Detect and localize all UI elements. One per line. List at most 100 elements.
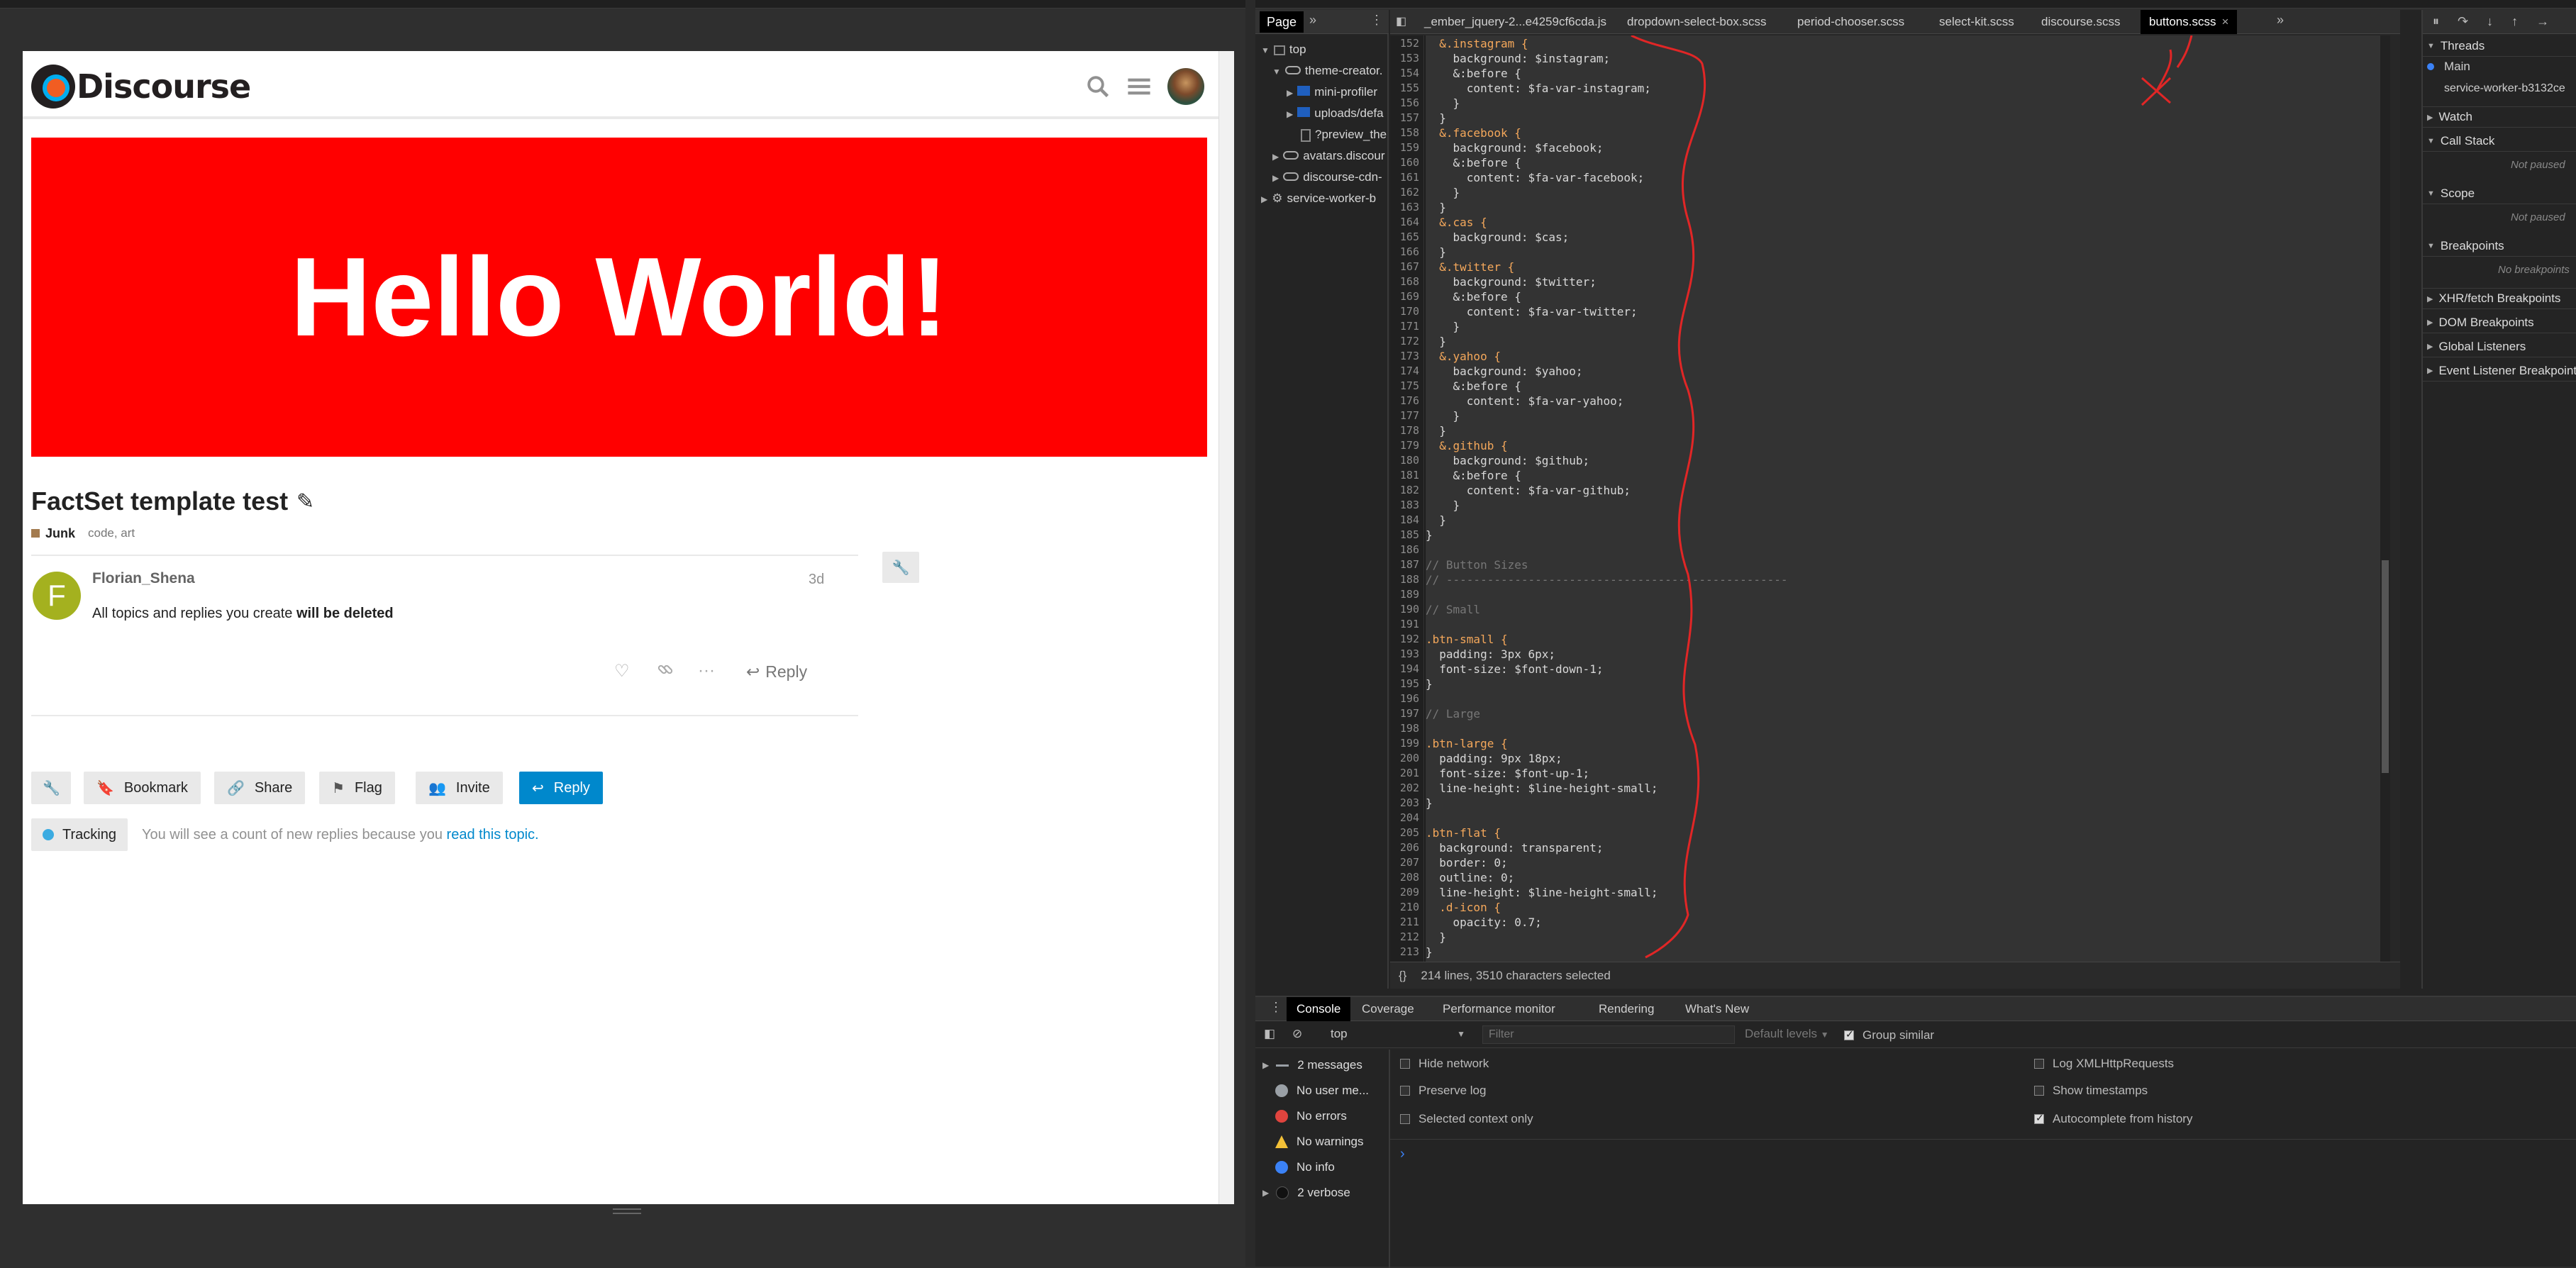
invite-button[interactable]: 👥 Invite bbox=[416, 772, 503, 804]
footer-reply-button[interactable]: ↩ Reply bbox=[519, 772, 603, 804]
checkbox[interactable] bbox=[2034, 1059, 2044, 1069]
selected-context-checkbox[interactable]: Selected context only bbox=[1400, 1112, 1533, 1126]
tab-console[interactable]: Console bbox=[1287, 997, 1351, 1021]
event-listener-breakpoints-header[interactable]: ▶ Event Listener Breakpoints bbox=[2423, 360, 2576, 382]
scope-section-header[interactable]: ▼ Scope bbox=[2423, 183, 2576, 204]
tree-item-avatars[interactable]: ▶ avatars.discour bbox=[1272, 149, 1385, 163]
editor-scrollbar[interactable] bbox=[2380, 35, 2390, 962]
hamburger-menu-icon[interactable] bbox=[1123, 71, 1155, 102]
search-icon[interactable] bbox=[1082, 71, 1114, 102]
global-listeners-header[interactable]: ▶ Global Listeners bbox=[2423, 336, 2576, 357]
checkbox[interactable] bbox=[1400, 1086, 1410, 1096]
page-scrollbar[interactable] bbox=[1218, 51, 1234, 1204]
thread-main[interactable]: Main bbox=[2427, 60, 2470, 74]
step-out-icon[interactable]: ↑ bbox=[2511, 14, 2518, 29]
preserve-log-checkbox[interactable]: Preserve log bbox=[1400, 1084, 1486, 1098]
more-ellipsis-icon[interactable]: ··· bbox=[698, 661, 715, 681]
admin-wrench-button[interactable]: 🔧 bbox=[31, 772, 71, 804]
console-sidebar-info[interactable]: No info bbox=[1255, 1160, 1389, 1174]
editor-tab[interactable]: dropdown-select-box.scss bbox=[1619, 10, 1775, 34]
pretty-print-braces-icon[interactable]: {} bbox=[1399, 969, 1406, 983]
invite-label: Invite bbox=[455, 779, 490, 796]
thread-service-worker[interactable]: service-worker-b3132ce bbox=[2444, 82, 2565, 95]
step-into-icon[interactable]: ↓ bbox=[2487, 14, 2493, 29]
drawer-menu-icon[interactable]: ⋮ bbox=[1270, 1000, 1282, 1015]
watch-section-header[interactable]: ▶ Watch bbox=[2423, 106, 2576, 128]
console-sidebar-user-messages[interactable]: No user me... bbox=[1255, 1084, 1389, 1098]
site-logo[interactable]: Discourse bbox=[31, 64, 251, 109]
checkbox[interactable] bbox=[2034, 1086, 2044, 1096]
share-button[interactable]: 🔗 Share bbox=[214, 772, 306, 804]
pause-icon[interactable]: ⏸ bbox=[2433, 14, 2439, 29]
tab-whats-new[interactable]: What's New bbox=[1675, 997, 1759, 1021]
more-tabs-icon[interactable]: » bbox=[2277, 13, 2284, 28]
post-author-avatar[interactable]: F bbox=[33, 572, 81, 620]
like-heart-icon[interactable]: ♡ bbox=[614, 661, 630, 682]
tree-item-mini-profiler[interactable]: ▶ mini-profiler bbox=[1287, 85, 1377, 99]
show-timestamps-checkbox[interactable]: Show timestamps bbox=[2034, 1084, 2148, 1098]
group-similar-checkbox[interactable]: Group similar bbox=[1844, 1028, 1934, 1042]
console-sidebar-messages[interactable]: ▶ 2 messages bbox=[1255, 1058, 1389, 1072]
step-over-icon[interactable]: ↷ bbox=[2458, 14, 2468, 29]
post-date[interactable]: 3d bbox=[809, 572, 824, 588]
xhr-breakpoints-header[interactable]: ▶ XHR/fetch Breakpoints bbox=[2423, 288, 2576, 309]
flag-button[interactable]: ⚑ Flag bbox=[319, 772, 395, 804]
panel-splitter[interactable] bbox=[1245, 0, 1255, 1267]
edit-title-pencil-icon[interactable]: ✎ bbox=[296, 489, 314, 514]
topic-tags[interactable]: code, art bbox=[88, 526, 135, 540]
log-xhr-checkbox[interactable]: Log XMLHttpRequests bbox=[2034, 1057, 2174, 1071]
step-icon[interactable]: → bbox=[2536, 14, 2549, 29]
checkbox-checked[interactable] bbox=[1844, 1028, 1854, 1040]
close-tab-icon[interactable]: × bbox=[2222, 15, 2229, 29]
tab-rendering[interactable]: Rendering bbox=[1589, 997, 1664, 1021]
notification-tracking-button[interactable]: Tracking bbox=[31, 818, 128, 851]
resize-handle[interactable] bbox=[613, 1208, 641, 1214]
checkbox[interactable] bbox=[1400, 1114, 1410, 1124]
clear-console-icon[interactable]: ⊘ bbox=[1292, 1027, 1302, 1041]
editor-tab[interactable]: select-kit.scss bbox=[1931, 10, 2023, 34]
show-sidebar-icon[interactable]: ◧ bbox=[1264, 1027, 1275, 1041]
tree-item-discourse-cdn[interactable]: ▶ discourse-cdn- bbox=[1272, 170, 1382, 184]
dom-breakpoints-header[interactable]: ▶ DOM Breakpoints bbox=[2423, 312, 2576, 333]
console-prompt[interactable]: › bbox=[1400, 1146, 1405, 1162]
tree-item-uploads[interactable]: ▶ uploads/defa bbox=[1287, 106, 1384, 121]
tree-item-service-worker[interactable]: ▶ ⚙ service-worker-b bbox=[1261, 191, 1376, 206]
toggle-navigator-icon[interactable]: ◧ bbox=[1396, 14, 1406, 28]
threads-section-header[interactable]: ▼ Threads bbox=[2423, 35, 2576, 57]
editor-scroll-thumb[interactable] bbox=[2382, 560, 2389, 773]
tab-performance-monitor[interactable]: Performance monitor bbox=[1433, 997, 1565, 1021]
filter-input[interactable]: Filter bbox=[1482, 1025, 1735, 1044]
read-this-topic-link[interactable]: read this topic. bbox=[447, 827, 539, 842]
autocomplete-history-checkbox[interactable]: Autocomplete from history bbox=[2034, 1112, 2192, 1126]
checkbox-checked[interactable] bbox=[2034, 1112, 2044, 1124]
code-pane[interactable]: 152 153 154 155 156 157 158 159 160 161 162 163 164 1… bbox=[1390, 35, 2390, 962]
console-sidebar-warnings[interactable]: No warnings bbox=[1255, 1135, 1389, 1149]
editor-tab[interactable]: _ember_jquery-2...e4259cf6cda.js bbox=[1416, 10, 1615, 34]
bookmark-button[interactable]: 🔖 Bookmark bbox=[84, 772, 201, 804]
post-username[interactable]: Florian_Shena bbox=[92, 570, 195, 587]
breakpoints-section-header[interactable]: ▼ Breakpoints bbox=[2423, 235, 2576, 257]
hide-network-checkbox[interactable]: Hide network bbox=[1400, 1057, 1489, 1071]
category-badge[interactable]: Junk bbox=[31, 526, 75, 541]
checkbox[interactable] bbox=[1400, 1059, 1410, 1069]
log-levels-dropdown[interactable]: Default levels ▼ bbox=[1745, 1027, 1829, 1041]
page-tab[interactable]: Page bbox=[1260, 11, 1304, 33]
call-stack-section-header[interactable]: ▼ Call Stack bbox=[2423, 130, 2576, 152]
topic-title[interactable]: FactSet template test bbox=[31, 486, 288, 516]
console-sidebar-verbose[interactable]: ▶ 2 verbose bbox=[1255, 1186, 1389, 1200]
tab-coverage[interactable]: Coverage bbox=[1352, 997, 1424, 1021]
topic-admin-wrench-icon[interactable]: 🔧 bbox=[882, 552, 919, 583]
editor-tab[interactable]: discourse.scss bbox=[2033, 10, 2128, 34]
more-tabs-icon[interactable]: » bbox=[1309, 13, 1316, 28]
kebab-menu-icon[interactable]: ⋮ bbox=[1370, 13, 1383, 28]
context-selector[interactable]: top ▼ bbox=[1331, 1027, 1465, 1041]
console-sidebar-errors[interactable]: No errors bbox=[1255, 1109, 1389, 1123]
editor-tab-active[interactable]: buttons.scss × bbox=[2141, 10, 2238, 34]
user-avatar[interactable] bbox=[1167, 68, 1204, 105]
tree-item-theme-creator[interactable]: ▼ theme-creator. bbox=[1272, 64, 1383, 78]
post-reply-button[interactable]: ↩ Reply bbox=[746, 662, 807, 682]
editor-tab[interactable]: period-chooser.scss bbox=[1789, 10, 1913, 34]
tree-item-top[interactable]: ▼ top bbox=[1261, 43, 1306, 57]
share-link-icon[interactable] bbox=[657, 661, 674, 683]
tree-item-preview[interactable]: ?preview_the bbox=[1301, 128, 1387, 142]
